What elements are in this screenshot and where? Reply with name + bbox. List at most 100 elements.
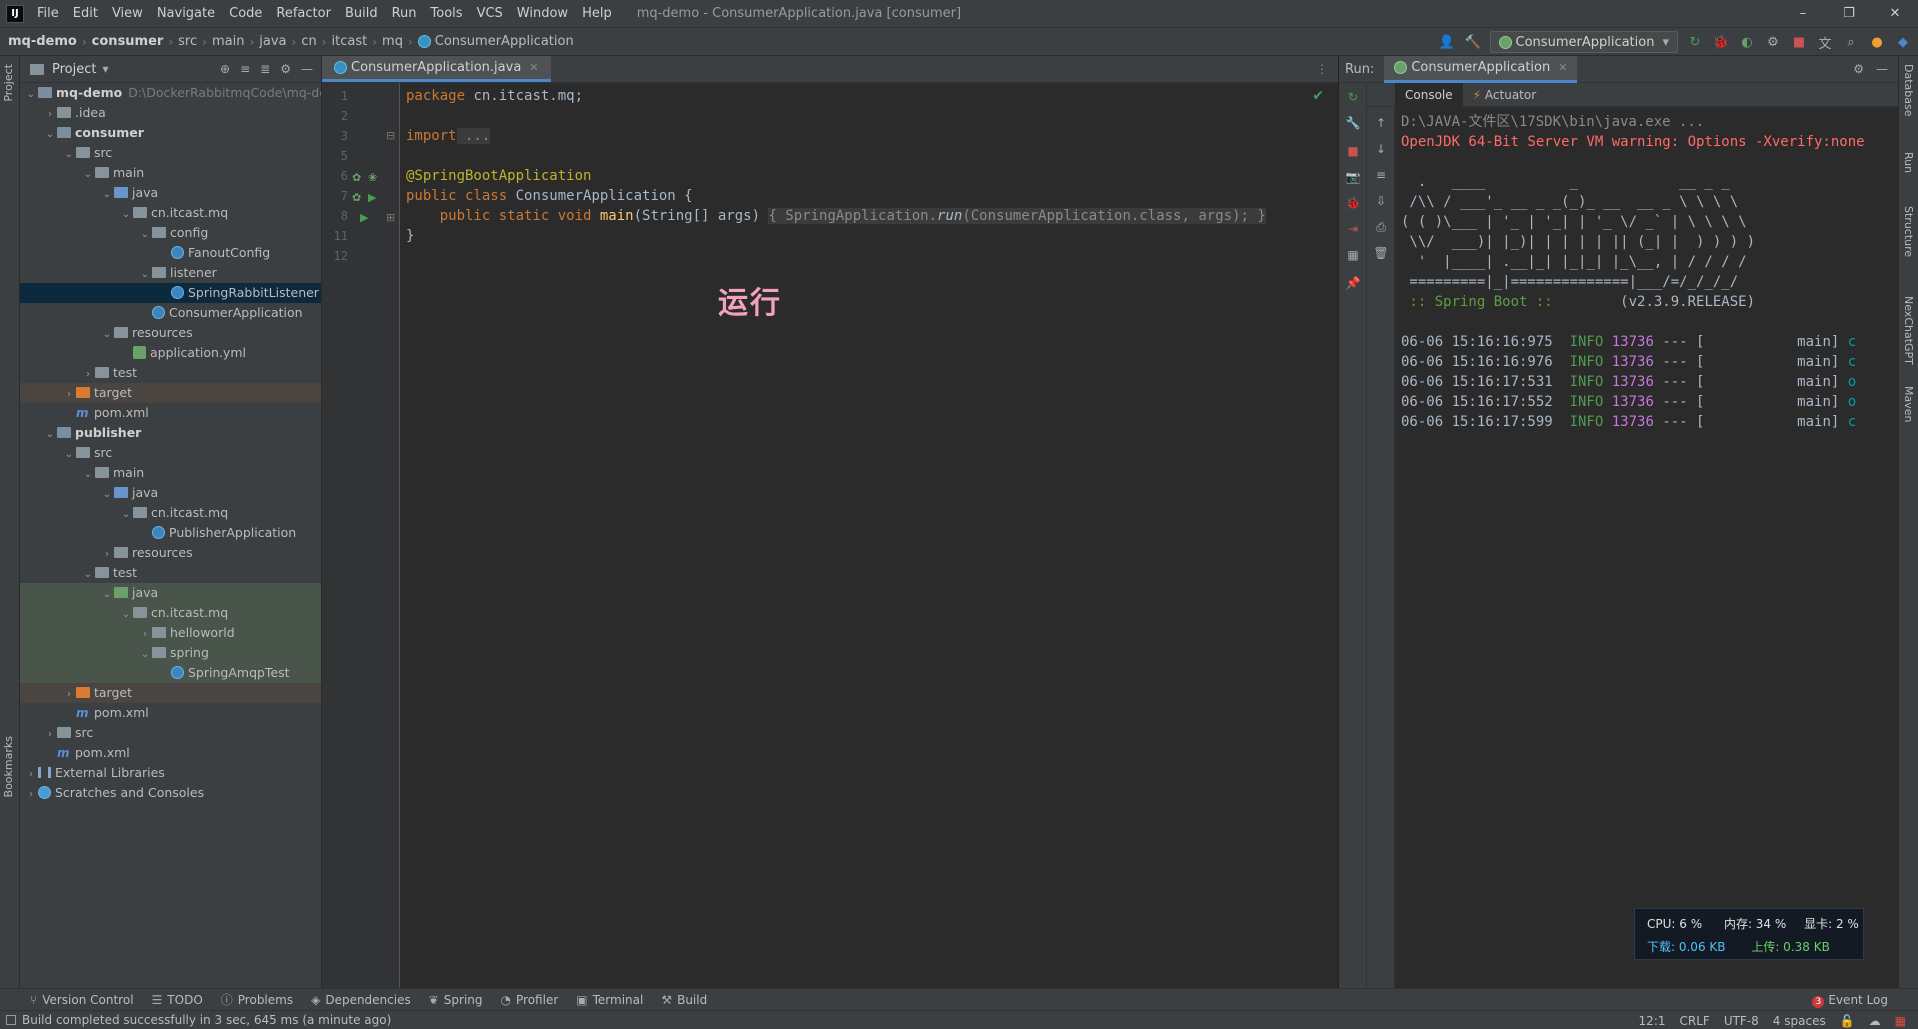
chevron-right-icon[interactable]: › [81,365,95,385]
run-class-gutter-icon[interactable]: ▶ [368,191,376,204]
menu-window[interactable]: Window [510,6,575,21]
build-hammer-icon[interactable]: 🔨 [1464,33,1482,51]
tool-todo[interactable]: ☰ TODO [152,993,203,1007]
tree-item[interactable]: › resources [20,543,321,563]
coverage-icon[interactable]: ◐ [1738,33,1756,51]
more-tabs-icon[interactable]: ⋮ [1316,62,1338,76]
tool-dependencies[interactable]: ◈ Dependencies [311,993,411,1007]
search-icon[interactable]: ⌕ [1842,33,1860,51]
tree-item[interactable]: ⌄ cn.itcast.mq [20,503,321,523]
settings-gear-icon[interactable]: ⚙ [1853,62,1864,76]
chevron-down-icon[interactable]: ⌄ [81,165,95,185]
tree-item[interactable]: ⌄ spring [20,643,321,663]
minimize-button[interactable]: – [1780,0,1826,27]
translate-icon[interactable]: 文 [1816,33,1834,52]
tree-item[interactable]: ⌄ test [20,563,321,583]
tree-item[interactable]: › Scratches and Consoles [20,783,321,803]
up-arrow-icon[interactable]: ↑ [1373,115,1389,131]
menu-navigate[interactable]: Navigate [150,6,222,21]
tree-item[interactable]: ⌄ java [20,483,321,503]
breadcrumb-itcast[interactable]: itcast [332,34,368,49]
tool-problems[interactable]: ⓘ Problems [221,991,293,1008]
chevron-down-icon[interactable]: ⌄ [100,485,114,505]
tree-item[interactable]: ⌄ java [20,183,321,203]
tree-item[interactable]: SpringRabbitListener [20,283,321,303]
close-tab-icon[interactable]: ✕ [1558,61,1567,74]
file-encoding[interactable]: UTF-8 [1724,1014,1759,1028]
tree-item[interactable]: › target [20,683,321,703]
fold-icon[interactable]: ⊞ [386,211,395,224]
rerun-icon[interactable]: ↻ [1345,89,1361,105]
tab-consumerapplication[interactable]: ConsumerApplication.java ✕ [322,56,551,82]
caret-position[interactable]: 12:1 [1639,1014,1666,1028]
menu-build[interactable]: Build [338,6,385,21]
chevron-down-icon[interactable]: ⌄ [100,585,114,605]
tree-item[interactable]: m pom.xml [20,703,321,723]
chevron-down-icon[interactable]: ⌄ [100,325,114,345]
tree-item[interactable]: › src [20,723,321,743]
tool-spring[interactable]: ❦ Spring [429,993,483,1007]
menu-tools[interactable]: Tools [424,6,470,21]
run-configuration-select[interactable]: ConsumerApplication ▾ [1489,31,1678,53]
wrench-icon[interactable]: 🔧 [1345,115,1361,131]
chevron-down-icon[interactable]: ⌄ [138,645,152,665]
chevron-right-icon[interactable]: › [24,785,38,805]
chevron-right-icon[interactable]: › [43,105,57,125]
tab-nexchatgpt-vertical[interactable]: NexChatGPT [1902,296,1915,365]
menu-code[interactable]: Code [222,6,269,21]
chevron-right-icon[interactable]: › [100,545,114,565]
chevron-down-icon[interactable]: ⌄ [43,425,57,445]
down-arrow-icon[interactable]: ↓ [1373,141,1389,157]
breadcrumb-module[interactable]: consumer [92,34,164,49]
tab-maven-vertical[interactable]: Maven [1902,386,1915,422]
layout-icon[interactable]: ▦ [1345,247,1361,263]
scroll-to-end-icon[interactable]: ⇩ [1373,193,1389,209]
spring-config-gutter-icon[interactable]: ❀ [368,171,377,184]
spring-bean-icon[interactable]: ✿ [352,191,361,204]
status-toggle-icon[interactable] [6,1015,16,1025]
exit-icon[interactable]: ⇥ [1345,221,1361,237]
profile-icon[interactable]: ⚙ [1764,33,1782,51]
update-icon[interactable]: ● [1868,33,1886,51]
tree-item[interactable]: ⌄ consumer [20,123,321,143]
chevron-down-icon[interactable]: ⌄ [62,445,76,465]
tree-item[interactable]: FanoutConfig [20,243,321,263]
tree-item[interactable]: › test [20,363,321,383]
rerun-icon[interactable]: ↻ [1686,33,1704,51]
locate-icon[interactable]: ⊕ [220,62,230,76]
tree-item[interactable]: › target [20,383,321,403]
spring-bean-icon[interactable]: ✿ [352,171,361,184]
debug-icon[interactable]: 🐞 [1712,33,1730,51]
chevron-down-icon[interactable]: ⌄ [119,605,133,625]
console-output[interactable]: D:\JAVA-文件区\17SDK\bin\java.exe ... OpenJ… [1401,110,1898,988]
user-icon[interactable]: 👤 [1438,33,1456,51]
tab-structure-vertical[interactable]: Structure [1902,206,1915,257]
tab-bookmarks-vertical[interactable]: Bookmarks [2,736,15,797]
close-tab-icon[interactable]: ✕ [529,61,538,74]
chevron-down-icon[interactable]: ⌄ [43,125,57,145]
tool-terminal[interactable]: ▣ Terminal [576,993,643,1007]
menu-edit[interactable]: Edit [66,6,105,21]
tab-console[interactable]: Console [1395,82,1463,107]
chevron-right-icon[interactable]: › [62,685,76,705]
tree-item[interactable]: ConsumerApplication [20,303,321,323]
tree-item[interactable]: SpringAmqpTest [20,663,321,683]
tree-item[interactable]: ⌄ cn.itcast.mq [20,603,321,623]
breadcrumb-main[interactable]: main [212,34,244,49]
breadcrumb-cn[interactable]: cn [301,34,316,49]
breadcrumb-mq[interactable]: mq [382,34,403,49]
print-icon[interactable]: ⎙ [1373,219,1389,235]
camera-icon[interactable]: 📷 [1345,169,1361,185]
close-window-button[interactable]: ✕ [1872,0,1918,27]
chevron-right-icon[interactable]: › [43,725,57,745]
soft-wrap-icon[interactable]: ≡ [1373,167,1389,183]
breadcrumb-class[interactable]: ConsumerApplication [435,34,574,49]
chevron-down-icon[interactable]: ⌄ [119,205,133,225]
breadcrumb-project[interactable]: mq-demo [8,34,77,49]
tree-item[interactable]: ⌄ config [20,223,321,243]
tree-item[interactable]: ⌄ resources [20,323,321,343]
tree-item[interactable]: ⌄ src [20,143,321,163]
hide-panel-icon[interactable]: — [301,62,313,76]
event-log-button[interactable]: 3 Event Log [1812,993,1888,1008]
tree-item[interactable]: ⌄ main [20,463,321,483]
